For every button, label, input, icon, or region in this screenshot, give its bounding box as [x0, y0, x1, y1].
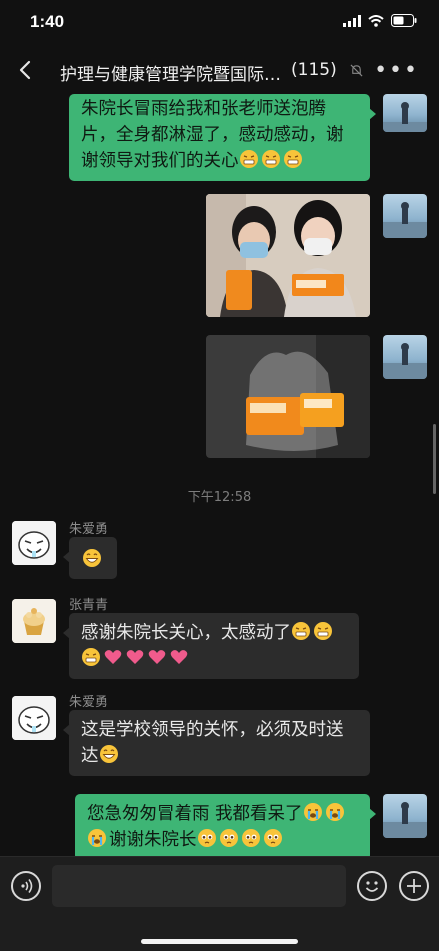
- message-text: 谢谢朱院长: [109, 830, 197, 850]
- grin-emoji-icon: [82, 548, 102, 568]
- grimace-emoji-icon: [283, 149, 303, 169]
- crying-emoji-icon: [303, 802, 323, 822]
- grimace-emoji-icon: [313, 621, 333, 641]
- message-list[interactable]: 朱院长冒雨给我和张老师送泡腾片，全身都淋湿了，感动感动，谢谢领导对我们的关心 下…: [0, 94, 439, 856]
- sender-avatar-zhang[interactable]: [12, 599, 56, 643]
- pleading-emoji-icon: [263, 828, 283, 848]
- photo-message-bag[interactable]: [206, 335, 370, 458]
- status-time: 1:40: [30, 12, 65, 31]
- scrollbar[interactable]: [433, 424, 436, 494]
- heart-icon: [147, 647, 167, 667]
- chat-title: 护理与健康管理学院暨国际… (115): [60, 60, 337, 85]
- pleading-emoji-icon: [219, 828, 239, 848]
- home-indicator[interactable]: [141, 939, 298, 944]
- crying-emoji-icon: [325, 802, 345, 822]
- heart-icon: [125, 647, 145, 667]
- mute-bell-icon: [350, 64, 363, 77]
- grin-emoji-icon: [99, 744, 119, 764]
- pleading-emoji-icon: [241, 828, 261, 848]
- sender-name: 朱爱勇: [69, 522, 109, 537]
- emoji-icon[interactable]: [357, 871, 387, 901]
- chevron-left-icon[interactable]: [14, 58, 38, 82]
- grimace-emoji-icon: [81, 647, 101, 667]
- grimace-emoji-icon: [239, 149, 259, 169]
- message-bubble[interactable]: [63, 537, 117, 579]
- wifi-icon: [368, 14, 384, 27]
- heart-icon: [103, 647, 123, 667]
- voice-icon[interactable]: [11, 871, 41, 901]
- self-avatar[interactable]: [383, 794, 427, 838]
- status-icons: [343, 14, 417, 27]
- photo-message-selfie[interactable]: [206, 194, 370, 317]
- sender-avatar-zhu[interactable]: [12, 696, 56, 740]
- message-text: 感谢朱院长关心，太感动了: [81, 623, 291, 643]
- pleading-emoji-icon: [197, 828, 217, 848]
- message-input[interactable]: [52, 865, 346, 907]
- grimace-emoji-icon: [261, 149, 281, 169]
- sender-name: 朱爱勇: [69, 695, 109, 710]
- crying-emoji-icon: [87, 828, 107, 848]
- battery-icon: [391, 14, 417, 27]
- message-timestamp: 下午12:58: [187, 490, 252, 505]
- message-bubble[interactable]: 您急匆匆冒着雨 我都看呆了谢谢朱院长: [75, 794, 376, 856]
- member-count: (115): [291, 60, 337, 80]
- message-text: 您急匆匆冒着雨 我都看呆了: [87, 804, 303, 824]
- self-avatar[interactable]: [383, 94, 427, 132]
- message-bubble[interactable]: 感谢朱院长关心，太感动了: [63, 613, 359, 679]
- grimace-emoji-icon: [291, 621, 311, 641]
- message-bubble[interactable]: 这是学校领导的关怀，必须及时送达: [63, 710, 370, 776]
- self-avatar[interactable]: [383, 194, 427, 238]
- input-bar: [0, 856, 439, 951]
- chat-header: 护理与健康管理学院暨国际… (115) •••: [0, 48, 439, 94]
- message-text: 朱院长冒雨给我和张老师送泡腾片，全身都淋湿了，感动感动，谢谢领导对我们的关心: [81, 99, 344, 171]
- message-bubble[interactable]: 朱院长冒雨给我和张老师送泡腾片，全身都淋湿了，感动感动，谢谢领导对我们的关心: [69, 94, 376, 181]
- status-bar: 1:40: [0, 0, 439, 48]
- plus-icon[interactable]: [399, 871, 429, 901]
- sender-name: 张青青: [69, 598, 109, 613]
- heart-icon: [169, 647, 189, 667]
- sender-avatar-zhu[interactable]: [12, 521, 56, 565]
- signal-icon: [343, 14, 361, 27]
- more-dots-icon[interactable]: •••: [374, 58, 419, 83]
- group-name: 护理与健康管理学院暨国际…: [60, 65, 281, 85]
- message-text: 这是学校领导的关怀，必须及时送达: [81, 720, 344, 766]
- self-avatar[interactable]: [383, 335, 427, 379]
